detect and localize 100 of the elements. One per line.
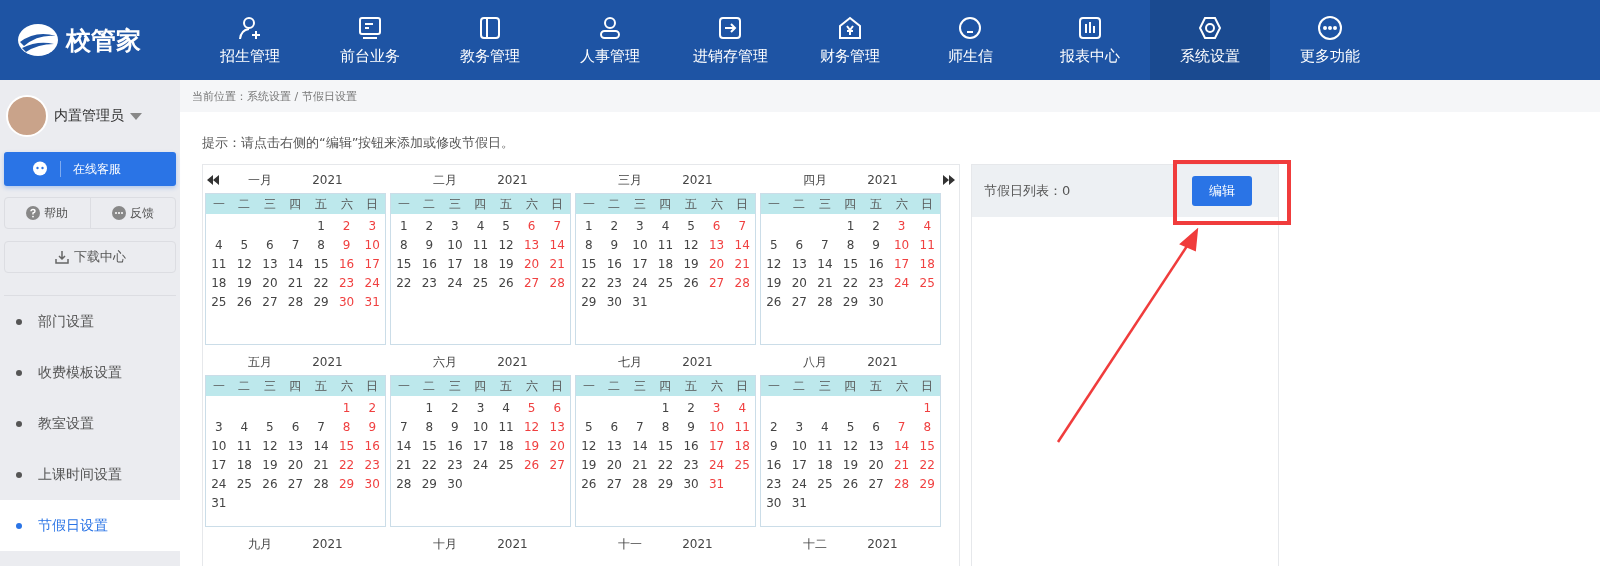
day-cell[interactable]: 29	[652, 475, 679, 494]
sidebar-item[interactable]: 上课时间设置	[0, 449, 180, 500]
day-cell[interactable]: 5	[257, 418, 283, 437]
day-cell[interactable]: 19	[761, 274, 787, 293]
day-cell[interactable]: 7	[391, 418, 417, 437]
day-cell[interactable]: 17	[703, 437, 730, 456]
day-cell[interactable]: 11	[914, 236, 940, 255]
day-cell[interactable]: 21	[888, 456, 915, 475]
day-cell[interactable]: 29	[416, 475, 443, 494]
day-cell[interactable]: 9	[359, 418, 385, 437]
day-cell[interactable]: 23	[333, 274, 360, 293]
day-cell[interactable]: 5	[837, 418, 864, 437]
help-button[interactable]: 帮助	[5, 198, 90, 228]
day-cell[interactable]: 7	[282, 236, 309, 255]
day-cell[interactable]: 4	[231, 418, 258, 437]
day-cell[interactable]: 10	[442, 236, 468, 255]
day-cell[interactable]: 5	[493, 217, 519, 236]
day-cell[interactable]: 19	[837, 456, 864, 475]
nav-tab[interactable]: 前台业务	[310, 0, 430, 80]
day-cell[interactable]: 12	[576, 437, 602, 456]
day-cell[interactable]: 11	[729, 418, 755, 437]
day-cell[interactable]: 19	[678, 255, 704, 274]
edit-button[interactable]: 编辑	[1192, 176, 1252, 206]
day-cell[interactable]: 7	[888, 418, 915, 437]
day-cell[interactable]: 11	[652, 236, 679, 255]
day-cell[interactable]: 14	[544, 236, 570, 255]
day-cell[interactable]: 18	[206, 274, 232, 293]
day-cell[interactable]: 4	[812, 418, 838, 437]
nav-tab[interactable]: 财务管理	[790, 0, 910, 80]
day-cell[interactable]: 1	[416, 399, 443, 418]
day-cell[interactable]: 14	[308, 437, 334, 456]
day-cell[interactable]: 10	[359, 236, 385, 255]
day-cell[interactable]: 9	[863, 236, 889, 255]
day-cell[interactable]: 4	[914, 217, 940, 236]
day-cell[interactable]: 5	[518, 399, 545, 418]
day-cell[interactable]: 17	[206, 456, 232, 475]
day-cell[interactable]: 3	[206, 418, 232, 437]
day-cell[interactable]: 9	[761, 437, 787, 456]
nav-tab[interactable]: 教务管理	[430, 0, 550, 80]
day-cell[interactable]: 27	[518, 274, 545, 293]
day-cell[interactable]: 7	[812, 236, 838, 255]
day-cell[interactable]: 20	[703, 255, 730, 274]
day-cell[interactable]: 6	[257, 236, 283, 255]
sidebar-item[interactable]: 部门设置	[0, 296, 180, 347]
day-cell[interactable]: 17	[442, 255, 468, 274]
day-cell[interactable]: 26	[257, 475, 283, 494]
day-cell[interactable]: 4	[206, 236, 232, 255]
day-cell[interactable]: 6	[703, 217, 730, 236]
day-cell[interactable]: 12	[837, 437, 864, 456]
day-cell[interactable]: 3	[627, 217, 653, 236]
day-cell[interactable]: 28	[544, 274, 570, 293]
sidebar-item[interactable]: 节假日设置	[0, 500, 180, 551]
day-cell[interactable]: 29	[308, 293, 334, 312]
day-cell[interactable]: 7	[544, 217, 570, 236]
day-cell[interactable]: 25	[729, 456, 755, 475]
day-cell[interactable]: 24	[888, 274, 915, 293]
day-cell[interactable]: 22	[914, 456, 940, 475]
day-cell[interactable]: 7	[627, 418, 653, 437]
sidebar-item[interactable]: 收费模板设置	[0, 347, 180, 398]
day-cell[interactable]: 5	[678, 217, 704, 236]
day-cell[interactable]: 17	[627, 255, 653, 274]
day-cell[interactable]: 27	[601, 475, 628, 494]
day-cell[interactable]: 18	[812, 456, 838, 475]
day-cell[interactable]: 14	[391, 437, 417, 456]
day-cell[interactable]: 13	[544, 418, 570, 437]
day-cell[interactable]: 4	[493, 399, 519, 418]
day-cell[interactable]: 30	[601, 293, 628, 312]
day-cell[interactable]: 5	[761, 236, 787, 255]
nav-tab[interactable]: 进销存管理	[670, 0, 790, 80]
day-cell[interactable]: 12	[231, 255, 258, 274]
day-cell[interactable]: 1	[333, 399, 360, 418]
day-cell[interactable]: 8	[914, 418, 940, 437]
nav-tab[interactable]: 招生管理	[190, 0, 310, 80]
day-cell[interactable]: 29	[837, 293, 864, 312]
day-cell[interactable]: 1	[837, 217, 864, 236]
day-cell[interactable]: 22	[391, 274, 417, 293]
day-cell[interactable]: 8	[308, 236, 334, 255]
day-cell[interactable]: 20	[601, 456, 628, 475]
day-cell[interactable]: 25	[206, 293, 232, 312]
user-name[interactable]: 内置管理员	[54, 107, 124, 125]
day-cell[interactable]: 28	[627, 475, 653, 494]
day-cell[interactable]: 28	[812, 293, 838, 312]
day-cell[interactable]: 12	[493, 236, 519, 255]
day-cell[interactable]: 20	[544, 437, 570, 456]
day-cell[interactable]: 30	[761, 494, 787, 513]
day-cell[interactable]: 11	[493, 418, 519, 437]
day-cell[interactable]: 13	[786, 255, 813, 274]
day-cell[interactable]: 22	[837, 274, 864, 293]
day-cell[interactable]: 18	[493, 437, 519, 456]
day-cell[interactable]: 7	[729, 217, 755, 236]
day-cell[interactable]: 27	[703, 274, 730, 293]
day-cell[interactable]: 28	[282, 293, 309, 312]
day-cell[interactable]: 27	[786, 293, 813, 312]
day-cell[interactable]: 13	[863, 437, 889, 456]
day-cell[interactable]: 29	[576, 293, 602, 312]
day-cell[interactable]: 9	[442, 418, 468, 437]
day-cell[interactable]: 31	[703, 475, 730, 494]
day-cell[interactable]: 23	[416, 274, 443, 293]
day-cell[interactable]: 15	[308, 255, 334, 274]
day-cell[interactable]: 1	[914, 399, 940, 418]
